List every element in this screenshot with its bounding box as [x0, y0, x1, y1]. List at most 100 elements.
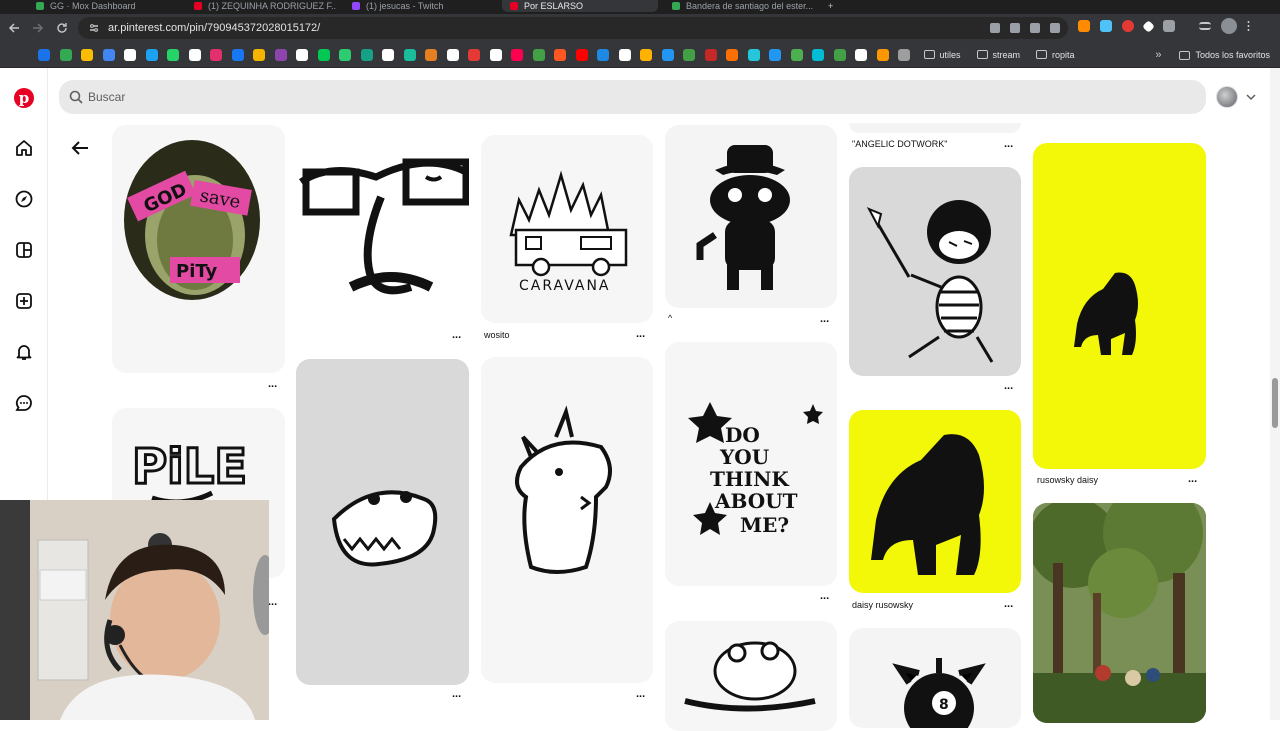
address-bar[interactable]: ar.pinterest.com/pin/790945372028015172/ — [78, 17, 1068, 39]
user-avatar[interactable] — [1216, 86, 1238, 108]
tab-1[interactable]: GG · Mox Dashboard — [28, 0, 178, 12]
bookmark-icon[interactable] — [790, 48, 803, 61]
pin-forest-painting[interactable] — [1033, 503, 1206, 723]
browser-profile-avatar[interactable] — [1221, 18, 1237, 34]
back-arrow-icon[interactable] — [70, 138, 90, 158]
bookmark-icon[interactable] — [317, 48, 330, 61]
bookmark-icon[interactable] — [640, 48, 652, 61]
bookmark-icon[interactable] — [726, 48, 738, 61]
tab-2[interactable]: (1) ZEQUINHA RODRIGUEZ F... — [186, 0, 336, 12]
bookmark-icon[interactable] — [597, 48, 609, 61]
bookmark-icon[interactable] — [855, 48, 867, 61]
bookmark-icon[interactable] — [618, 48, 631, 61]
kebab-menu-icon[interactable] — [1247, 20, 1250, 32]
more-options-button[interactable]: ... — [820, 313, 829, 325]
more-options-button[interactable]: ... — [1188, 473, 1197, 485]
pin-croc-head[interactable] — [296, 359, 469, 685]
more-options-button[interactable]: ... — [1004, 598, 1013, 610]
bookmark-icon[interactable] — [511, 48, 523, 61]
extension-icon[interactable] — [1100, 20, 1112, 32]
page-scrollbar[interactable] — [1270, 68, 1280, 720]
bookmark-icon[interactable] — [274, 48, 287, 61]
bookmark-icon[interactable] — [296, 48, 308, 61]
bookmark-icon[interactable] — [425, 48, 437, 61]
bookmark-folder-utiles[interactable]: utiles — [923, 50, 961, 60]
pin-yellow-gorilla[interactable] — [849, 410, 1021, 593]
bookmark-icon[interactable] — [683, 48, 695, 61]
site-info-icon[interactable] — [88, 22, 100, 34]
chevron-double-right-icon[interactable]: » — [1155, 49, 1161, 61]
more-options-button[interactable]: ... — [268, 596, 277, 608]
scrollbar-thumb[interactable] — [1272, 378, 1278, 428]
bookmark-icon[interactable] — [489, 48, 502, 61]
notifications-icon[interactable] — [14, 342, 34, 362]
bookmark-icon[interactable] — [167, 48, 179, 61]
bookmark-icon[interactable] — [210, 48, 222, 61]
reload-button[interactable] — [50, 16, 74, 40]
bookmark-icon[interactable] — [812, 48, 824, 61]
pinterest-logo[interactable]: p — [14, 88, 34, 108]
search-bar[interactable] — [59, 80, 1206, 114]
bookmark-icon[interactable] — [446, 48, 459, 61]
more-options-button[interactable]: ... — [636, 688, 645, 700]
bookmark-icon[interactable] — [102, 48, 115, 61]
extension-icon[interactable] — [1142, 19, 1155, 33]
bookmark-icon[interactable] — [468, 48, 480, 61]
tab-3[interactable]: (1) jesucas - Twitch — [344, 0, 494, 12]
pin-rhino-doodle[interactable] — [481, 357, 653, 683]
bookmark-folder-ropita[interactable]: ropita — [1036, 50, 1075, 60]
bookmark-icon[interactable] — [769, 48, 781, 61]
more-options-button[interactable]: ... — [268, 378, 277, 390]
pin-god-save-pity[interactable]: GOD save PiTy — [112, 125, 285, 373]
bookmark-icon[interactable] — [876, 48, 889, 61]
bookmark-icon[interactable] — [124, 48, 136, 61]
bookmark-icon[interactable] — [59, 48, 72, 61]
messages-icon[interactable] — [14, 393, 34, 413]
pin-face-doodle[interactable] — [296, 137, 469, 325]
zoom-icon[interactable] — [1030, 23, 1040, 33]
create-board-icon[interactable] — [14, 240, 34, 260]
bookmark-icon[interactable] — [253, 48, 265, 61]
puzzle-extensions-icon[interactable] — [1163, 20, 1175, 32]
bookmark-icon[interactable] — [145, 48, 158, 61]
eye-slash-icon[interactable] — [1010, 23, 1020, 33]
bookmark-icon[interactable] — [704, 48, 717, 61]
bookmark-icon[interactable] — [575, 48, 588, 61]
pin-think-about-me[interactable]: DO YOU THINK ABOUT ME? — [665, 342, 837, 586]
bookmark-icon[interactable] — [188, 48, 201, 61]
new-tab-button[interactable]: + — [820, 0, 840, 12]
pin-yellow-gorilla-tall[interactable] — [1033, 143, 1206, 469]
media-control-icon[interactable] — [1199, 22, 1211, 30]
search-input[interactable] — [88, 90, 1088, 104]
bookmark-icon[interactable] — [339, 48, 351, 61]
pin-eight-ball[interactable]: 8 — [849, 628, 1021, 728]
pin-angelic-dotwork[interactable] — [849, 123, 1021, 133]
bookmark-icon[interactable] — [360, 48, 373, 61]
bookmark-icon[interactable] — [747, 48, 760, 61]
forward-button[interactable] — [26, 16, 50, 40]
extension-icon[interactable] — [1078, 20, 1090, 32]
bookmark-folder-stream[interactable]: stream — [976, 50, 1020, 60]
explore-icon[interactable] — [14, 189, 34, 209]
more-options-button[interactable]: ... — [636, 328, 645, 340]
bookmark-icon[interactable] — [38, 48, 50, 61]
all-bookmarks[interactable]: » Todos los favoritos — [1155, 42, 1270, 68]
tab-5[interactable]: Bandera de santiago del ester... — [664, 0, 814, 12]
pin-cowboy-frog[interactable] — [665, 125, 837, 308]
bookmark-icon[interactable] — [554, 48, 566, 61]
pin-frog-drawing[interactable] — [665, 621, 837, 731]
more-options-button[interactable]: ... — [452, 688, 461, 700]
pin-devil-skeleton[interactable] — [849, 167, 1021, 376]
more-options-button[interactable]: ... — [820, 590, 829, 602]
bookmark-icon[interactable] — [532, 48, 545, 61]
back-button[interactable] — [2, 16, 26, 40]
home-icon[interactable] — [14, 138, 34, 158]
chevron-down-icon[interactable] — [1245, 91, 1257, 103]
bookmark-icon[interactable] — [403, 48, 416, 61]
bookmark-icon[interactable] — [898, 48, 910, 61]
bookmark-icon[interactable] — [833, 48, 846, 61]
bookmark-icon[interactable] — [382, 48, 394, 61]
bookmark-icon[interactable] — [231, 48, 244, 61]
bookmark-icon[interactable] — [81, 48, 93, 61]
more-options-button[interactable]: ... — [1004, 380, 1013, 392]
